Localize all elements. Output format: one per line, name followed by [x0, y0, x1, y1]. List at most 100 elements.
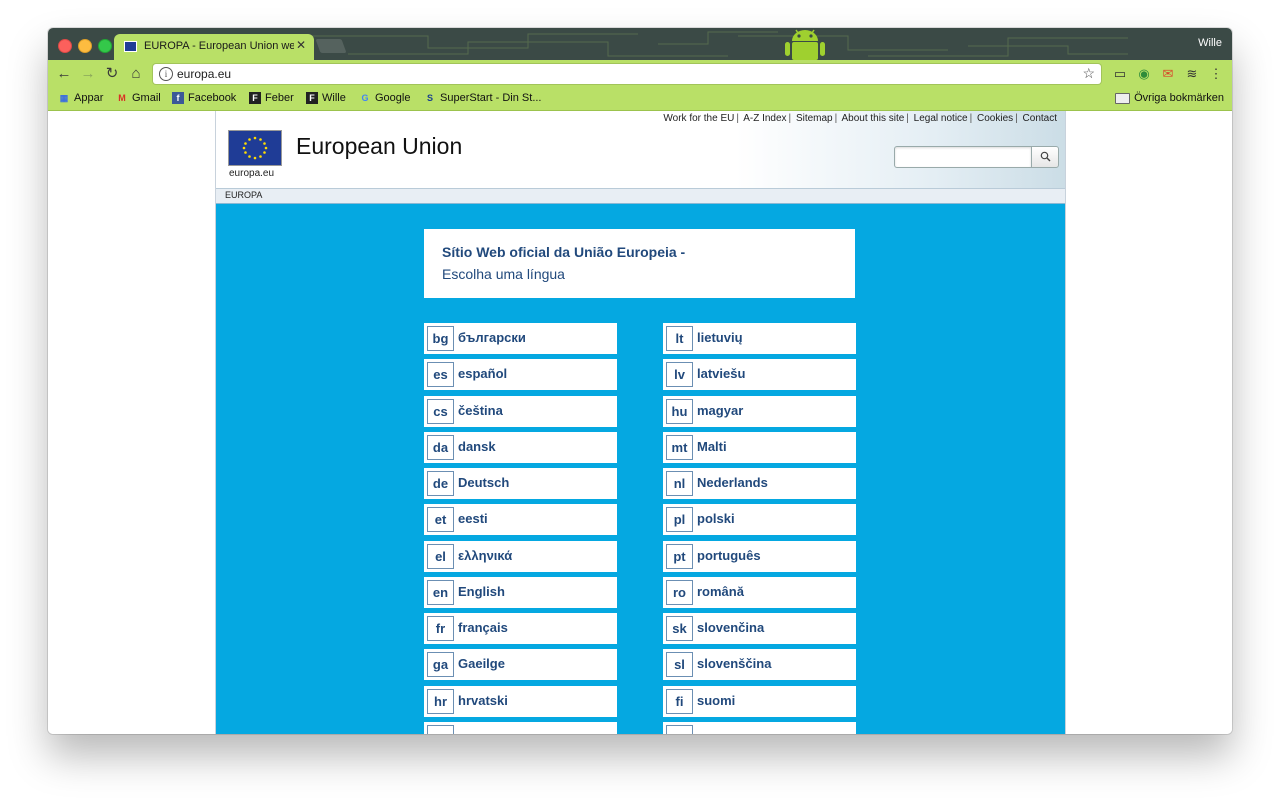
language-link-hu[interactable]: hu magyar [663, 396, 856, 427]
tab-title: EUROPA - European Union we [144, 40, 294, 52]
eu-flag-logo-icon[interactable] [228, 130, 282, 166]
top-link-az-index[interactable]: A-Z Index [743, 113, 786, 124]
extension-buffer-icon[interactable]: ≋ [1184, 66, 1200, 82]
language-link-pt[interactable]: pt português [663, 541, 856, 572]
top-link-cookies[interactable]: Cookies [977, 113, 1013, 124]
language-link-el[interactable]: el ελληνικά [424, 541, 617, 572]
breadcrumb-europa[interactable]: EUROPA [225, 190, 262, 200]
extension-gmail-checker-icon[interactable]: ✉ [1160, 66, 1176, 82]
google-icon: G [361, 93, 369, 103]
search-icon [1040, 151, 1050, 162]
language-link-ro[interactable]: ro română [663, 577, 856, 608]
language-link-lt[interactable]: lt lietuvių [663, 323, 856, 354]
language-name: slovenčina [697, 620, 765, 635]
language-link-de[interactable]: de Deutsch [424, 468, 617, 499]
cast-icon[interactable]: ▭ [1112, 66, 1128, 82]
reload-icon[interactable]: ↻ [102, 64, 122, 84]
bookmark-facebook[interactable]: f Facebook [172, 92, 236, 104]
language-code: nl [666, 471, 693, 496]
language-link-cs[interactable]: cs čeština [424, 396, 617, 427]
top-link-contact[interactable]: Contact [1023, 113, 1057, 124]
language-code: en [427, 580, 454, 605]
language-link-et[interactable]: et eesti [424, 504, 617, 535]
profile-name[interactable]: Wille [1198, 37, 1222, 49]
language-link-partial[interactable] [663, 722, 856, 734]
language-link-bg[interactable]: bg български [424, 323, 617, 354]
language-code: hu [666, 399, 693, 424]
language-name: suomi [697, 693, 736, 708]
feber-icon: F [249, 92, 261, 104]
language-link-lv[interactable]: lv latviešu [663, 359, 856, 390]
theme-circuit-pattern [308, 31, 1128, 57]
language-code [427, 725, 454, 734]
language-code: lt [666, 326, 693, 351]
home-icon[interactable]: ⌂ [126, 64, 146, 84]
bookmark-label: Google [375, 92, 411, 104]
bookmark-feber[interactable]: F Feber [249, 92, 294, 104]
feber-icon: F [306, 92, 318, 104]
logo-caption: europa.eu [229, 168, 275, 179]
gmail-icon: M [118, 93, 126, 103]
language-name: български [458, 330, 526, 345]
bookmark-label: Gmail [132, 92, 161, 104]
language-code: bg [427, 326, 454, 351]
chrome-menu-icon[interactable]: ⋮ [1208, 66, 1224, 82]
site-search-button[interactable] [1031, 146, 1059, 168]
intro-box: Sítio Web oficial da União Europeia - Es… [424, 229, 855, 298]
language-link-en[interactable]: en English [424, 577, 617, 608]
facebook-icon: f [172, 92, 184, 104]
language-name: slovenščina [697, 656, 772, 671]
address-bar-url[interactable]: europa.eu [177, 67, 231, 81]
language-code: hr [427, 689, 454, 714]
other-bookmarks-label: Övriga bokmärken [1134, 92, 1224, 104]
language-link-mt[interactable]: mt Malti [663, 432, 856, 463]
site-search-input[interactable] [894, 146, 1032, 168]
browser-tab-active[interactable]: EUROPA - European Union we ✕ [114, 34, 314, 60]
bookmark-appar[interactable]: ▦ Appar [58, 92, 104, 104]
top-link-legal[interactable]: Legal notice [914, 113, 968, 124]
bookmark-superstart[interactable]: S SuperStart - Din St... [424, 92, 542, 104]
language-link-nl[interactable]: nl Nederlands [663, 468, 856, 499]
close-window-button[interactable] [58, 39, 72, 53]
fullscreen-window-button[interactable] [98, 39, 112, 53]
android-theme-logo-icon [785, 29, 825, 60]
language-link-partial[interactable] [424, 722, 617, 734]
language-link-fi[interactable]: fi suomi [663, 686, 856, 717]
language-link-es[interactable]: es español [424, 359, 617, 390]
language-link-da[interactable]: da dansk [424, 432, 617, 463]
address-bar[interactable]: i europa.eu ☆ [153, 64, 1101, 84]
europa-site: Work for the EU | A-Z Index | Sitemap | Abo… [215, 111, 1066, 734]
language-link-sk[interactable]: sk slovenčina [663, 613, 856, 644]
top-link-work[interactable]: Work for the EU [663, 113, 734, 124]
site-info-icon[interactable]: i [159, 67, 173, 81]
language-link-hr[interactable]: hr hrvatski [424, 686, 617, 717]
bookmark-google[interactable]: G Google [359, 92, 410, 104]
language-code: fi [666, 689, 693, 714]
language-name: ελληνικά [458, 548, 513, 563]
language-link-ga[interactable]: ga Gaeilge [424, 649, 617, 680]
other-bookmarks[interactable]: Övriga bokmärken [1115, 92, 1224, 104]
language-name: magyar [697, 403, 744, 418]
language-link-sl[interactable]: sl slovenščina [663, 649, 856, 680]
new-tab-button[interactable] [315, 39, 347, 53]
language-code [666, 725, 693, 734]
language-link-fr[interactable]: fr français [424, 613, 617, 644]
language-code: es [427, 362, 454, 387]
bookmark-wille[interactable]: F Wille [306, 92, 346, 104]
language-code: ro [666, 580, 693, 605]
language-code: pt [666, 544, 693, 569]
browser-toolbar: ← → ↻ ⌂ i europa.eu ☆ ▭ ◉ ✉ ≋ ⋮ [48, 60, 1232, 88]
top-link-sitemap[interactable]: Sitemap [796, 113, 833, 124]
bookmark-star-icon[interactable]: ☆ [1082, 65, 1095, 82]
forward-arrow-icon[interactable]: → [78, 64, 98, 84]
tab-close-icon[interactable]: ✕ [296, 38, 306, 52]
bookmark-label: Feber [265, 92, 294, 104]
bookmark-gmail[interactable]: M Gmail [116, 92, 161, 104]
top-link-about[interactable]: About this site [841, 113, 904, 124]
minimize-window-button[interactable] [78, 39, 92, 53]
back-arrow-icon[interactable]: ← [54, 64, 74, 84]
language-name: español [458, 366, 508, 381]
extension-green-icon[interactable]: ◉ [1136, 66, 1152, 82]
language-link-pl[interactable]: pl polski [663, 504, 856, 535]
language-code: et [427, 507, 454, 532]
